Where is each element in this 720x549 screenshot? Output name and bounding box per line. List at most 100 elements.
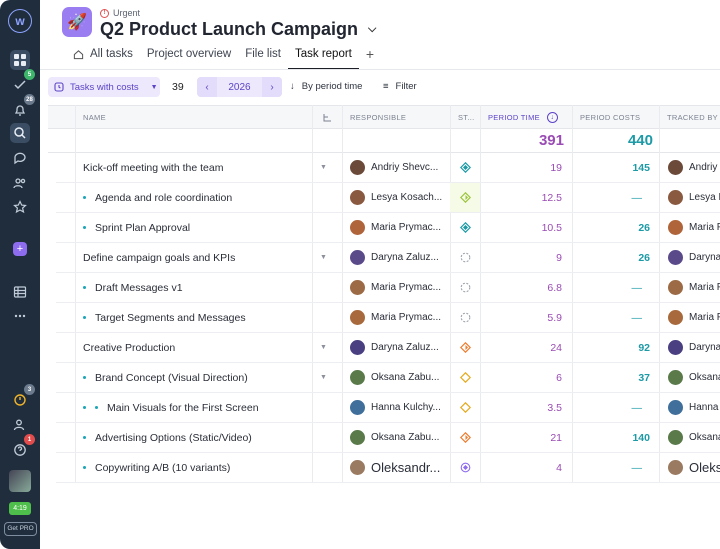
project-title[interactable]: Q2 Product Launch Campaign ⌵ (100, 19, 376, 40)
status-icon[interactable] (450, 303, 480, 332)
add-tab-button[interactable]: + (359, 46, 381, 70)
tab-task-report[interactable]: Task report (287, 46, 359, 70)
column-status[interactable]: ST... (450, 106, 480, 129)
chevron-down-icon[interactable]: ⌵ (368, 23, 376, 36)
dashboard-icon[interactable] (10, 50, 30, 70)
responsible-cell[interactable]: Andriy Shevc... (350, 153, 450, 182)
task-name[interactable]: Target Segments and Messages (83, 303, 308, 332)
hierarchy-icon[interactable] (312, 106, 342, 129)
status-icon[interactable] (450, 273, 480, 302)
responsible-cell[interactable]: Oleksandr... (350, 453, 450, 482)
get-pro-button[interactable]: Get PRO (4, 522, 37, 536)
table-row[interactable]: Sprint Plan Approval Maria Prymac... 10.5 2… (56, 213, 720, 243)
timer-value[interactable]: 4:19 (9, 502, 31, 515)
tasks-icon[interactable]: 5 (10, 69, 35, 95)
tracked-by-cell[interactable]: Maria P (668, 273, 720, 302)
table-row[interactable]: Kick-off meeting with the team ▼ Andriy Sh… (56, 153, 720, 183)
tab-file-list[interactable]: File list (238, 46, 288, 70)
responsible-cell[interactable]: Oksana Zabu... (350, 363, 450, 392)
task-name[interactable]: Advertising Options (Static/Video) (83, 423, 308, 452)
table-row[interactable]: Agenda and role coordination Lesya Kosach… (56, 183, 720, 213)
responsible-cell[interactable]: Maria Prymac... (350, 213, 450, 242)
tracked-by-cell[interactable]: Daryna (668, 243, 720, 272)
tracked-by-cell[interactable]: Lesya K (668, 183, 720, 212)
task-name[interactable]: Sprint Plan Approval (83, 213, 308, 242)
user-avatar[interactable] (9, 470, 31, 492)
status-icon[interactable] (450, 243, 480, 272)
responsible-cell[interactable]: Maria Prymac... (350, 273, 450, 302)
status-icon[interactable] (450, 423, 480, 452)
expand-caret-icon[interactable]: ▼ (320, 153, 332, 182)
expand-caret-icon[interactable]: ▼ (320, 243, 332, 272)
column-period-costs[interactable]: PERIOD COSTS (572, 106, 659, 129)
task-name[interactable]: Draft Messages v1 (83, 273, 308, 302)
status-icon[interactable] (450, 183, 480, 212)
bell-icon[interactable]: 28 (10, 94, 35, 120)
tracked-by-cell[interactable]: Maria P (668, 303, 720, 332)
responsible-cell[interactable]: Oksana Zabu... (350, 423, 450, 452)
tracked-by-cell[interactable]: Hanna (668, 393, 720, 422)
column-tracked-by[interactable]: TRACKED BY (659, 106, 720, 129)
table-row[interactable]: Define campaign goals and KPIs ▼ Daryna Za… (56, 243, 720, 273)
responsible-cell[interactable]: Daryna Zaluz... (350, 243, 450, 272)
add-user-icon[interactable] (10, 415, 30, 435)
tracked-by-cell[interactable]: Andriy (668, 153, 720, 182)
app-logo[interactable]: w (8, 9, 32, 33)
tracked-by-cell[interactable]: Oksana (668, 423, 720, 452)
responsible-cell[interactable]: Lesya Kosach... (350, 183, 450, 212)
prev-year-button[interactable]: ‹ (197, 77, 217, 97)
task-name[interactable]: Kick-off meeting with the team (83, 153, 308, 182)
next-year-button[interactable]: › (262, 77, 282, 97)
expand-caret-icon[interactable]: ▼ (320, 333, 332, 362)
table-icon[interactable] (10, 282, 30, 302)
status-icon[interactable] (450, 333, 480, 362)
help-icon[interactable]: 1 (10, 434, 35, 460)
tab-project-overview[interactable]: Project overview (140, 46, 238, 70)
tracked-by-cell[interactable]: Daryna (668, 333, 720, 362)
task-name[interactable]: Creative Production (83, 333, 308, 362)
timer-icon[interactable]: 3 (10, 384, 35, 410)
priority-label[interactable]: ! Urgent (100, 8, 140, 18)
more-icon[interactable] (10, 306, 30, 326)
add-icon[interactable]: + (13, 242, 27, 256)
responsible-cell[interactable]: Maria Prymac... (350, 303, 450, 332)
task-name[interactable]: Main Visuals for the First Screen (83, 393, 308, 422)
filter-button[interactable]: ≡ Filter (383, 81, 417, 92)
chat-icon[interactable] (10, 148, 30, 168)
year-value[interactable]: 2026 (217, 77, 262, 97)
column-name[interactable]: NAME (75, 106, 312, 129)
sort-button[interactable]: ↓ By period time (290, 81, 362, 92)
table-row[interactable]: Target Segments and Messages Maria Prymac… (56, 303, 720, 333)
status-icon[interactable] (450, 363, 480, 392)
status-icon[interactable] (450, 213, 480, 242)
expand-caret-icon[interactable]: ▼ (320, 363, 332, 392)
status-icon[interactable] (450, 153, 480, 182)
tracked-by-name: Maria P (689, 282, 720, 293)
status-icon[interactable] (450, 453, 480, 482)
tracked-by-cell[interactable]: Oksana (668, 363, 720, 392)
status-icon[interactable] (450, 393, 480, 422)
costs-filter-dropdown[interactable]: Tasks with costs ▼ (48, 77, 160, 97)
total-period-time: 391 (538, 132, 564, 149)
task-name[interactable]: Define campaign goals and KPIs (83, 243, 308, 272)
users-icon[interactable] (10, 173, 30, 193)
search-icon[interactable] (10, 123, 30, 143)
table-row[interactable]: Draft Messages v1 Maria Prymac... 6.8 — Mari… (56, 273, 720, 303)
column-responsible[interactable]: RESPONSIBLE (342, 106, 450, 129)
table-row[interactable]: Copywriting A/B (10 variants) Oleksandr..… (56, 453, 720, 483)
task-name[interactable]: Agenda and role coordination (83, 183, 308, 212)
table-row[interactable]: Advertising Options (Static/Video) Oksana… (56, 423, 720, 453)
table-row[interactable]: Creative Production ▼ Daryna Zaluz... 24 92 D… (56, 333, 720, 363)
responsible-cell[interactable]: Hanna Kulchy... (350, 393, 450, 422)
task-name[interactable]: Copywriting A/B (10 variants) (83, 453, 308, 482)
column-period-time[interactable]: PERIOD TIME ↓ (480, 106, 572, 129)
table-row[interactable]: Main Visuals for the First Screen Hanna K… (56, 393, 720, 423)
task-name[interactable]: Brand Concept (Visual Direction) (83, 363, 308, 392)
project-title-text: Q2 Product Launch Campaign (100, 19, 359, 39)
responsible-cell[interactable]: Daryna Zaluz... (350, 333, 450, 362)
tracked-by-cell[interactable]: Oleks (668, 453, 720, 482)
tab-all-tasks[interactable]: All tasks (66, 46, 140, 70)
star-icon[interactable] (10, 197, 30, 217)
table-row[interactable]: Brand Concept (Visual Direction) ▼ Oksana … (56, 363, 720, 393)
tracked-by-cell[interactable]: Maria P (668, 213, 720, 242)
